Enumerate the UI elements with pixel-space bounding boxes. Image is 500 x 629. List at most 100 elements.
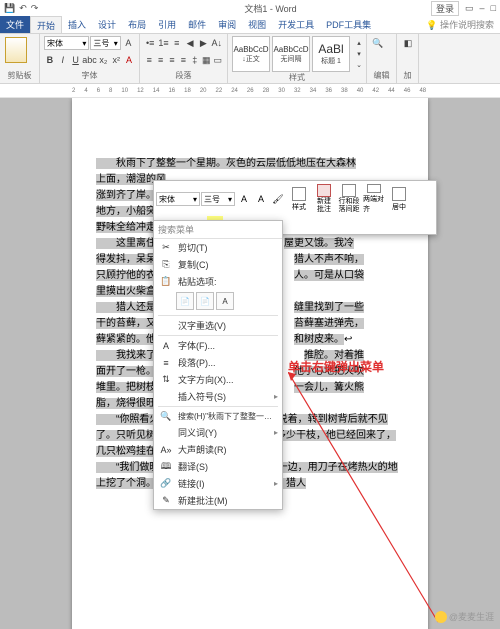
ctx-smart-lookup[interactable]: 🔍搜索(H)"秋雨下了整整一个星..." [154,408,282,424]
font-color-button[interactable]: A [123,53,135,67]
tab-devtools[interactable]: 开发工具 [272,16,320,33]
tab-pdf[interactable]: PDF工具集 [320,16,377,33]
paste-icon: 📋 [160,276,172,288]
paste-button[interactable] [5,37,27,63]
login-button[interactable]: 登录 [431,1,459,16]
edit-label: 编辑 [371,70,392,81]
tab-references[interactable]: 引用 [152,16,182,33]
bold-button[interactable]: B [44,53,56,67]
mini-format-painter-icon[interactable]: 🖌 [270,191,286,207]
styles-down-icon[interactable]: ▾ [352,49,366,59]
grow-font-icon[interactable]: A [122,36,135,50]
multilevel-button[interactable]: ≡ [171,36,183,50]
ctx-readaloud[interactable]: A»大声朗读(R) [154,441,282,458]
align-center-button[interactable]: ≡ [155,53,165,67]
tab-view[interactable]: 视图 [242,16,272,33]
sup-button[interactable]: x² [110,53,122,67]
para-label: 段落 [144,70,223,81]
readaloud-icon: A» [160,444,172,456]
tab-file[interactable]: 文件 [0,16,30,33]
addin-group: ◧ 加 [397,34,419,83]
paste-merge[interactable]: 📄 [196,292,214,310]
mini-newcomment[interactable]: 新建 批注 [312,183,336,215]
editing-group: 🔍 编辑 [367,34,397,83]
sub-button[interactable]: x₂ [97,53,109,67]
comment-icon2: ✎ [160,495,172,507]
ctx-synonym[interactable]: 同义词(Y)▸ [154,424,282,441]
line-spacing-button[interactable]: ‡ [190,53,200,67]
numbering-button[interactable]: 1≡ [157,36,169,50]
ctx-para[interactable]: ≡段落(P)... [154,354,282,371]
addin-icon[interactable]: ◧ [401,36,415,50]
tab-layout[interactable]: 布局 [122,16,152,33]
ctx-paste-options-label: 📋粘贴选项: [154,273,282,290]
indent-dec-button[interactable]: ◀ [184,36,196,50]
ctx-newcomment[interactable]: ✎新建批注(M) [154,492,282,509]
ctx-copy[interactable]: ⎘复制(C) [154,256,282,273]
ctx-symbol[interactable]: 插入符号(S)▸ [154,388,282,405]
mini-linespacing[interactable]: 行和段 落间距 [337,183,361,215]
weibo-icon [435,611,447,623]
strike-button[interactable]: abc [82,53,96,67]
tab-insert[interactable]: 插入 [62,16,92,33]
minimize-icon[interactable]: – [480,3,485,13]
font-name-combo[interactable]: 宋体▾ [44,36,89,50]
indent-inc-button[interactable]: ▶ [197,36,209,50]
scissors-icon: ✂ [160,242,172,254]
styles-more-icon[interactable]: ⌄ [352,60,366,70]
ribbon-opts-icon[interactable]: ▭ [465,3,474,14]
context-menu: 搜索菜单 ✂剪切(T) ⎘复制(C) 📋粘贴选项: 📄 📄 A 汉字重选(V) … [153,220,283,510]
ruler[interactable]: 2468101214161820222426283032343638404244… [0,84,500,98]
bullets-button[interactable]: •≡ [144,36,156,50]
clipboard-group: 剪贴板 [0,34,40,83]
sort-button[interactable]: A↓ [210,36,223,50]
tell-me[interactable]: 操作说明搜索 [440,20,494,30]
align-right-button[interactable]: ≡ [167,53,177,67]
ctx-translate[interactable]: 🕮翻译(S) [154,458,282,475]
mini-shrink-font[interactable]: A [253,191,269,207]
style-nospace[interactable]: AaBbCcD无间隔 [272,36,310,72]
tab-home[interactable]: 开始 [30,16,62,33]
ctx-link[interactable]: 🔗链接(I)▸ [154,475,282,492]
mini-center[interactable]: 居中 [387,183,411,215]
redo-icon[interactable]: ↷ [31,3,39,14]
styles-icon [292,187,306,201]
tab-review[interactable]: 审阅 [212,16,242,33]
styles-label: 样式 [232,72,362,83]
ctx-hanzi[interactable]: 汉字重选(V) [154,317,282,334]
font-group: 宋体▾ 三号▾ A B I U abc x₂ x² A 字体 [40,34,140,83]
tab-mailings[interactable]: 邮件 [182,16,212,33]
find-button[interactable]: 🔍 [371,36,385,50]
align-justify-button[interactable]: ≡ [178,53,188,67]
italic-button[interactable]: I [57,53,69,67]
maximize-icon[interactable]: □ [491,3,496,13]
mini-font-combo[interactable]: 宋体▾ [156,192,200,206]
style-h1[interactable]: AaBl标题 1 [312,36,350,72]
styles-up-icon[interactable]: ▴ [352,38,366,48]
comment-icon [317,184,331,197]
ctx-search-box[interactable]: 搜索菜单 [154,221,282,239]
undo-icon[interactable]: ↶ [19,3,27,14]
borders-button[interactable]: ▭ [212,53,223,67]
mini-styles[interactable]: 样式 [287,183,311,215]
ribbon-tabs: 文件 开始 插入 设计 布局 引用 邮件 审阅 视图 开发工具 PDF工具集 💡… [0,16,500,34]
ctx-font[interactable]: A字体(F)... [154,337,282,354]
ctx-cut[interactable]: ✂剪切(T) [154,239,282,256]
mini-size-combo[interactable]: 三号▾ [201,192,235,206]
underline-button[interactable]: U [70,53,82,67]
align-left-button[interactable]: ≡ [144,53,154,67]
ctx-textdir[interactable]: ⇅文字方向(X)... [154,371,282,388]
font-size-combo[interactable]: 三号▾ [90,36,120,50]
justify-icon [367,184,381,193]
paste-keep-source[interactable]: 📄 [176,292,194,310]
save-icon[interactable]: 💾 [4,3,15,14]
mini-justify[interactable]: 两端对齐 [362,183,386,215]
shading-button[interactable]: ▦ [201,53,212,67]
tab-design[interactable]: 设计 [92,16,122,33]
translate-icon: 🕮 [160,461,172,473]
paragraph-group: •≡ 1≡ ≡ ◀ ▶ A↓ ≡ ≡ ≡ ≡ ‡ ▦ ▭ 段落 [140,34,228,83]
paste-text-only[interactable]: A [216,292,234,310]
ribbon: 剪贴板 宋体▾ 三号▾ A B I U abc x₂ x² A 字体 •≡ 1≡… [0,34,500,84]
mini-grow-font[interactable]: A [236,191,252,207]
style-normal[interactable]: AaBbCcD↓正文 [232,36,270,72]
